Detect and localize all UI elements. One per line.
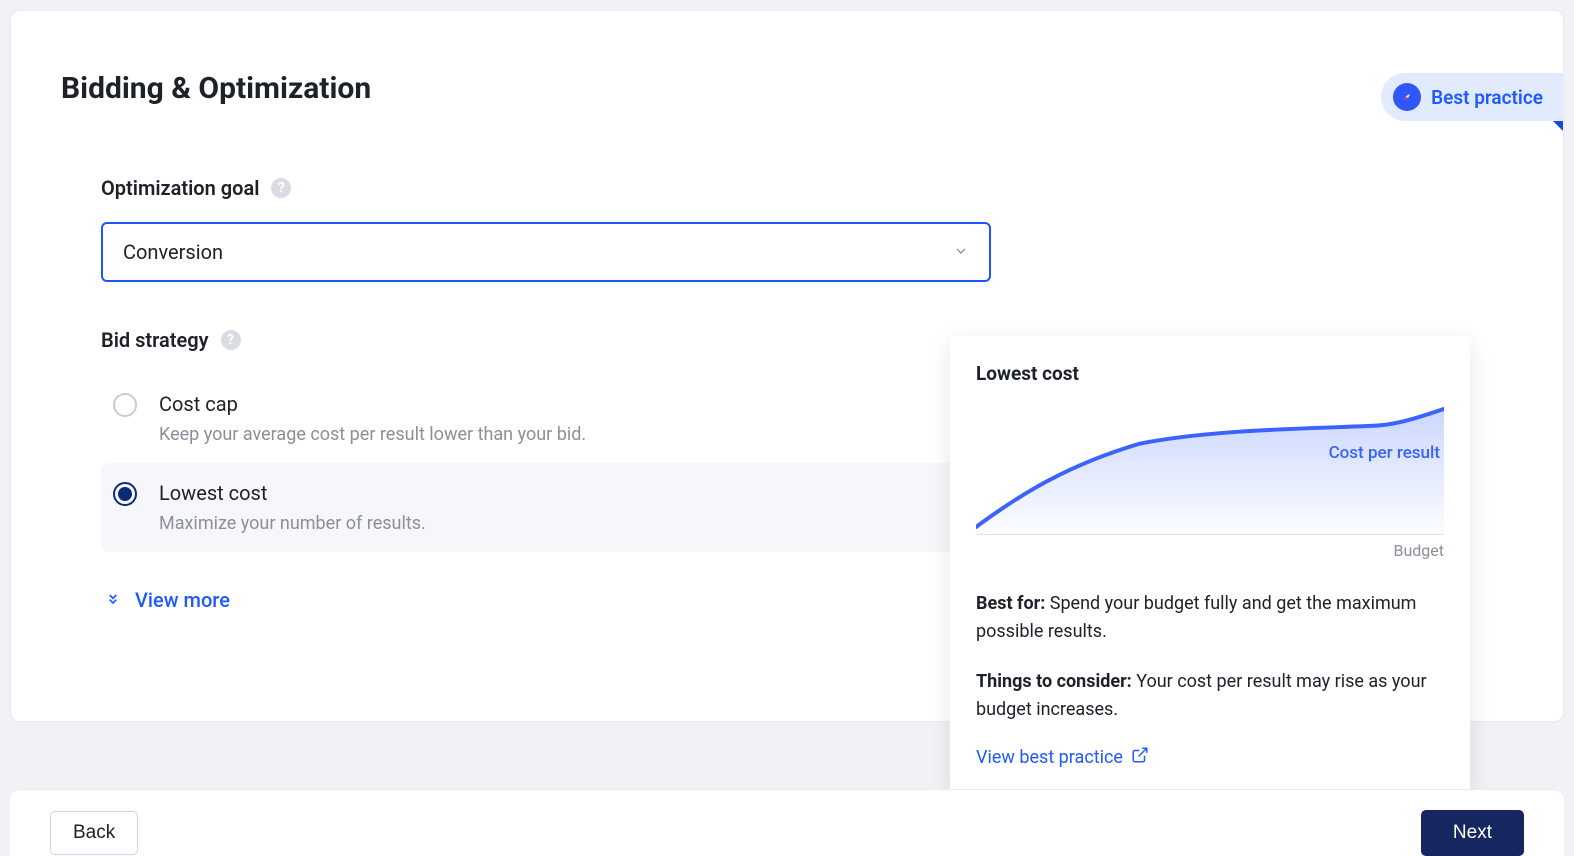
bid-strategy-label: Bid strategy bbox=[101, 328, 209, 352]
back-button[interactable]: Back bbox=[50, 811, 138, 855]
radio-indicator bbox=[113, 482, 137, 506]
page-title: Bidding & Optimization bbox=[61, 71, 1513, 106]
view-more-label: View more bbox=[135, 588, 230, 612]
view-best-practice-link[interactable]: View best practice bbox=[976, 746, 1444, 769]
form-content: Optimization goal ? Conversion Bid strat… bbox=[61, 176, 991, 612]
pill-corner-decoration bbox=[1553, 121, 1563, 131]
radio-title: Cost cap bbox=[159, 392, 586, 416]
radio-desc: Keep your average cost per result lower … bbox=[159, 424, 586, 445]
optimization-goal-label: Optimization goal bbox=[101, 176, 259, 200]
best-practice-label: Best practice bbox=[1431, 86, 1543, 109]
link-text: View best practice bbox=[976, 747, 1123, 768]
chart-series-label: Cost per result bbox=[1329, 443, 1440, 463]
optimization-goal-select[interactable]: Conversion bbox=[101, 222, 991, 282]
optimization-goal-label-row: Optimization goal ? bbox=[101, 176, 991, 200]
tooltip-consider: Things to consider: Your cost per result… bbox=[976, 668, 1444, 724]
view-more-button[interactable]: View more bbox=[101, 588, 991, 612]
best-practice-pill[interactable]: Best practice bbox=[1381, 73, 1563, 121]
chevron-down-icon bbox=[953, 240, 969, 264]
radio-indicator bbox=[113, 393, 137, 417]
external-link-icon bbox=[1131, 746, 1149, 769]
x-axis-label: Budget bbox=[976, 541, 1444, 560]
optimization-goal-value: Conversion bbox=[123, 240, 223, 264]
lowest-cost-tooltip: Lowest cost Cost per result Budget Best … bbox=[950, 336, 1470, 799]
radio-cost-cap[interactable]: Cost cap Keep your average cost per resu… bbox=[101, 374, 991, 463]
help-icon[interactable]: ? bbox=[221, 330, 241, 350]
double-chevron-down-icon bbox=[105, 588, 121, 612]
radio-dot bbox=[118, 487, 132, 501]
radio-lowest-cost[interactable]: Lowest cost Maximize your number of resu… bbox=[101, 463, 991, 552]
bid-strategy-section: Bid strategy ? Cost cap Keep your averag… bbox=[101, 328, 991, 552]
help-icon[interactable]: ? bbox=[271, 178, 291, 198]
radio-content: Cost cap Keep your average cost per resu… bbox=[159, 392, 586, 445]
consider-label: Things to consider: bbox=[976, 671, 1132, 692]
next-button[interactable]: Next bbox=[1421, 810, 1524, 856]
tooltip-best-for: Best for: Spend your budget fully and ge… bbox=[976, 590, 1444, 646]
compass-icon bbox=[1393, 83, 1421, 111]
cost-chart: Cost per result bbox=[976, 395, 1444, 535]
radio-desc: Maximize your number of results. bbox=[159, 513, 426, 534]
tooltip-title: Lowest cost bbox=[976, 362, 1444, 385]
bid-strategy-label-row: Bid strategy ? bbox=[101, 328, 991, 352]
radio-content: Lowest cost Maximize your number of resu… bbox=[159, 481, 426, 534]
radio-title: Lowest cost bbox=[159, 481, 426, 505]
best-for-label: Best for: bbox=[976, 593, 1045, 614]
